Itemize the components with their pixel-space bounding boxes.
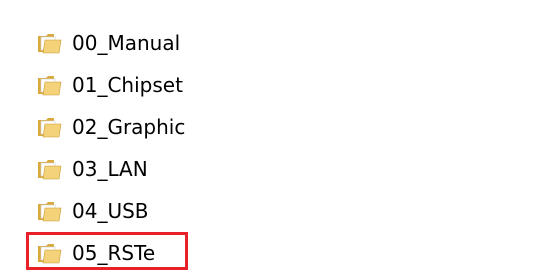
folder-icon <box>38 202 62 222</box>
folder-name: 03_LAN <box>72 157 148 181</box>
folder-icon <box>38 118 62 138</box>
list-item[interactable]: 01_Chipset <box>37 70 183 100</box>
list-item[interactable]: 04_USB <box>37 196 149 226</box>
folder-icon <box>38 76 62 96</box>
list-item[interactable]: 00_Manual <box>37 28 180 58</box>
folder-name: 00_Manual <box>72 31 181 55</box>
folder-name: 01_Chipset <box>72 73 183 97</box>
folder-name: 02_Graphic <box>72 115 186 139</box>
folder-icon <box>38 160 62 180</box>
list-item[interactable]: 02_Graphic <box>37 112 185 142</box>
folder-name: 04_USB <box>72 199 149 223</box>
highlight-box <box>26 232 188 270</box>
list-item[interactable]: 03_LAN <box>37 154 148 184</box>
folder-icon <box>38 34 62 54</box>
file-list: 00_Manual 01_Chipset 02_Graphic 03_LAN 0… <box>0 0 533 273</box>
